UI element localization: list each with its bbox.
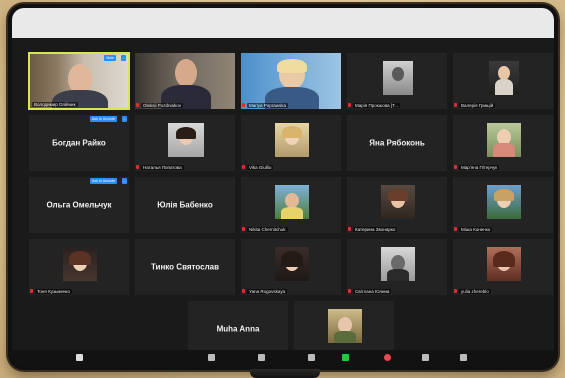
participant-tile-14[interactable]: Катерина Звонарко (346, 176, 448, 234)
mic-muted-icon (136, 103, 139, 107)
mic-muted-icon (242, 165, 245, 169)
participant-photo (275, 123, 309, 157)
participant-name: Vika Giullio (247, 165, 274, 170)
participant-tile-18[interactable]: Yana Rogovskaya (240, 238, 342, 296)
participant-name: Марія Прокшова [Т... (353, 103, 401, 108)
tablet-frame: Mute ... Володимир Олійник Oleksii Pozdn… (8, 4, 558, 370)
gallery-view: Mute ... Володимир Олійник Oleksii Pozdn… (12, 38, 554, 358)
participant-tile-13[interactable]: Nikita Chernitchuk (240, 176, 342, 234)
mic-muted-icon (242, 289, 245, 293)
participant-name: Катерина Звонарко (353, 227, 398, 232)
participant-tile-8[interactable]: Vika Giullio (240, 114, 342, 172)
mic-muted-icon (454, 165, 457, 169)
participant-tile-17[interactable]: Тинко Святослав (134, 238, 236, 296)
participant-tile-4[interactable]: Марія Прокшова [Т... (346, 52, 448, 110)
participant-video (241, 53, 341, 109)
participant-photo (383, 61, 413, 95)
mute-button[interactable]: Mute (104, 55, 116, 61)
mic-muted-icon (242, 103, 245, 107)
participant-name: Nikita Chernitchuk (247, 227, 288, 232)
participant-photo (275, 185, 309, 219)
participant-display-name: Яна Рябоконь (369, 138, 425, 148)
participant-tile-19[interactable]: Світлана Юлина (346, 238, 448, 296)
participant-display-name: Богдан Райко (52, 138, 106, 148)
participant-name: Світлана Юлина (353, 289, 392, 294)
mic-muted-icon (136, 165, 139, 169)
participant-tile-15[interactable]: Міша Коненко (452, 176, 554, 234)
mic-muted-icon (454, 227, 457, 231)
participant-photo (275, 247, 309, 281)
window-topbar (12, 8, 554, 38)
ask-to-unmute-button[interactable]: Ask to Unmute (90, 178, 117, 184)
participant-tile-20[interactable]: yulia zhereblo (452, 238, 554, 296)
participant-tile-9[interactable]: Яна Рябоконь (346, 114, 448, 172)
participant-name: Наталья Попатова (141, 165, 184, 170)
meeting-controls-bar (12, 350, 554, 366)
more-button[interactable]: ... (122, 178, 127, 184)
participant-display-name: Muha Anna (216, 324, 260, 334)
participant-name: Валерія Грищій (459, 103, 496, 108)
mic-muted-icon (454, 289, 457, 293)
tablet-stand (250, 369, 320, 378)
participant-name: Mariya Poprawska (247, 103, 289, 108)
participant-video (135, 53, 235, 109)
record-icon[interactable] (384, 354, 391, 361)
mic-muted-icon (454, 103, 457, 107)
participant-photo (487, 123, 521, 157)
participant-name: Міша Коненко (459, 227, 493, 232)
participant-tile-7[interactable]: Наталья Попатова (134, 114, 236, 172)
participant-display-name: Тинко Святослав (150, 262, 220, 272)
participant-photo (328, 309, 362, 343)
more-button[interactable]: ... (121, 55, 126, 61)
participant-tile-1[interactable]: Mute ... Володимир Олійник (28, 52, 130, 110)
mic-muted-icon (30, 289, 33, 293)
participant-photo (168, 123, 204, 157)
mic-muted-icon (348, 103, 351, 107)
participant-photo (487, 185, 521, 219)
participant-name: Oleksii Pozdniakov (141, 103, 184, 108)
participant-tile-11[interactable]: Ask to Unmute ... Ольга Омельчук (28, 176, 130, 234)
participant-tile-2[interactable]: Oleksii Pozdniakov (134, 52, 236, 110)
more-button[interactable]: ... (122, 116, 127, 122)
participant-tile-10[interactable]: Марʼяна Пітерчук (452, 114, 554, 172)
participant-name: Тоня Кузьменко (35, 289, 72, 294)
video-camera-icon[interactable] (76, 354, 83, 361)
participant-photo (489, 61, 519, 95)
participant-tile-3[interactable]: Mariya Poprawska (240, 52, 342, 110)
security-icon[interactable] (208, 354, 215, 361)
mic-muted-icon (348, 289, 351, 293)
participant-display-name: Ольга Омельчук (46, 200, 112, 210)
participant-name: Марʼяна Пітерчук (459, 165, 500, 170)
more-icon[interactable] (460, 354, 467, 361)
chat-icon[interactable] (308, 354, 315, 361)
participant-tile-12[interactable]: Юлія Бабенко (134, 176, 236, 234)
participant-photo (381, 247, 415, 281)
participant-photo (487, 247, 521, 281)
participant-photo (63, 247, 97, 281)
participant-photo (381, 185, 415, 219)
participant-name: Yana Rogovskaya (247, 289, 288, 294)
participant-tile-6[interactable]: Ask to Unmute ... Богдан Райко (28, 114, 130, 172)
reactions-icon[interactable] (422, 354, 429, 361)
participants-icon[interactable] (258, 354, 265, 361)
participant-name: Володимир Олійник (32, 102, 78, 107)
participant-display-name: Юлія Бабенко (157, 200, 213, 210)
participant-name: yulia zhereblo (459, 289, 491, 294)
participant-video (30, 54, 128, 108)
mic-muted-icon (242, 227, 245, 231)
participant-tile-16[interactable]: Тоня Кузьменко (28, 238, 130, 296)
participant-tile-5[interactable]: Валерія Грищій (452, 52, 554, 110)
share-screen-icon[interactable] (342, 354, 349, 361)
ask-to-unmute-button[interactable]: Ask to Unmute (90, 116, 117, 122)
zoom-screen: Mute ... Володимир Олійник Oleksii Pozdn… (12, 8, 554, 366)
mic-muted-icon (348, 227, 351, 231)
